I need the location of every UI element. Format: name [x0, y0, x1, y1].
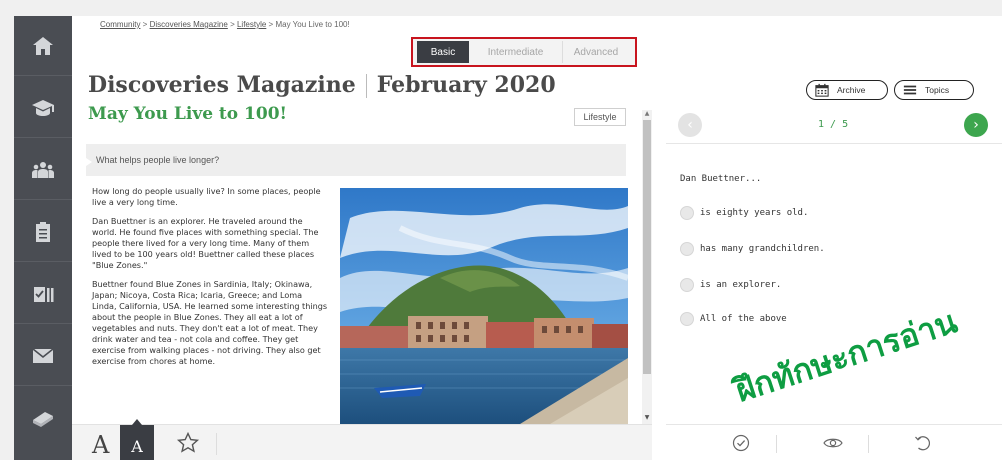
- eye-icon[interactable]: [822, 433, 844, 453]
- answer-text: is eighty years old.: [700, 208, 809, 218]
- breadcrumb-magazine[interactable]: Discoveries Magazine: [150, 20, 228, 29]
- topics-button[interactable]: Topics: [894, 80, 974, 100]
- sidebar-item-community[interactable]: [14, 140, 72, 200]
- tab-basic[interactable]: Basic: [417, 41, 469, 63]
- article-title: May You Live to 100!: [88, 104, 287, 124]
- sidebar-item-gradebook[interactable]: [14, 264, 72, 324]
- breadcrumb-current: May You Live to 100!: [275, 20, 350, 29]
- question-prompt: Dan Buettner...: [680, 174, 762, 184]
- sidebar-item-messages[interactable]: [14, 326, 72, 386]
- magazine-header: Discoveries Magazine February 2020: [88, 72, 556, 98]
- book-icon: [33, 412, 53, 427]
- quiz-actions-bar: [666, 424, 1002, 460]
- answer-option[interactable]: All of the above: [680, 310, 787, 328]
- graduation-cap-icon: [32, 99, 54, 116]
- sidebar-item-assignments[interactable]: [14, 202, 72, 262]
- answer-option[interactable]: is eighty years old.: [680, 204, 808, 222]
- clipboard-icon: [36, 221, 50, 242]
- breadcrumb-lifestyle[interactable]: Lifestyle: [237, 20, 266, 29]
- chevron-right-icon: ›: [973, 117, 979, 133]
- article-paragraph: Buettner found Blue Zones in Sardinia, I…: [92, 279, 328, 366]
- sidebar-item-home[interactable]: [14, 16, 72, 76]
- home-icon: [33, 36, 53, 55]
- sidebar-item-courses[interactable]: [14, 78, 72, 138]
- toolbar-divider: [216, 433, 217, 455]
- question-counter: 1 / 5: [818, 119, 849, 130]
- answer-text: is an explorer.: [700, 280, 782, 290]
- breadcrumb-community[interactable]: Community: [100, 20, 140, 29]
- people-group-icon: [32, 161, 54, 178]
- calendar-icon: [815, 83, 829, 97]
- answer-option[interactable]: is an explorer.: [680, 276, 781, 294]
- topics-label: Topics: [925, 85, 950, 95]
- quiz-panel: Archive Topics ‹ 1 / 5 › Dan Buettner...…: [666, 72, 1002, 460]
- reader-toolbar: A A: [72, 419, 652, 460]
- tab-advanced[interactable]: Advanced: [563, 41, 629, 63]
- article-paragraph: Dan Buettner is an explorer. He traveled…: [92, 216, 319, 270]
- reading-level-tabs: Basic Intermediate Advanced: [411, 37, 637, 67]
- breadcrumb: Community > Discoveries Magazine > Lifes…: [100, 20, 350, 29]
- magazine-name: Discoveries Magazine: [88, 72, 356, 98]
- checklist-icon: [34, 286, 54, 302]
- article-paragraph: How long do people usually live? In some…: [92, 186, 321, 207]
- scroll-up-arrow-icon[interactable]: ▲: [643, 110, 651, 118]
- answer-text: has many grandchildren.: [700, 244, 825, 254]
- envelope-icon: [32, 347, 54, 363]
- magazine-issue: February 2020: [376, 72, 556, 98]
- app-window: Community > Discoveries Magazine > Lifes…: [0, 0, 1002, 460]
- radio-button[interactable]: [680, 206, 694, 220]
- scroll-down-arrow-icon[interactable]: ▼: [643, 414, 651, 422]
- sidebar: [14, 16, 72, 460]
- answer-text: All of the above: [700, 314, 787, 324]
- footer-divider: [868, 435, 869, 453]
- article-scrollbar-thumb[interactable]: [643, 120, 651, 374]
- archive-label: Archive: [837, 85, 866, 95]
- star-icon[interactable]: [176, 431, 200, 455]
- tab-intermediate[interactable]: Intermediate: [469, 41, 563, 63]
- chevron-left-icon: ‹: [687, 117, 693, 133]
- radio-button[interactable]: [680, 242, 694, 256]
- main-content: Community > Discoveries Magazine > Lifes…: [72, 16, 1002, 460]
- question-navigation: ‹ 1 / 5 ›: [666, 106, 1002, 144]
- font-size-small-button[interactable]: A: [120, 419, 154, 460]
- next-question-button[interactable]: ›: [964, 113, 988, 137]
- previous-question-button[interactable]: ‹: [678, 113, 702, 137]
- harbor-photo-illustration: [340, 188, 628, 424]
- undo-icon[interactable]: [912, 433, 934, 453]
- radio-button[interactable]: [680, 278, 694, 292]
- sidebar-item-library[interactable]: [14, 388, 72, 448]
- guiding-question: What helps people live longer?: [86, 144, 626, 176]
- answer-option[interactable]: has many grandchildren.: [680, 240, 825, 258]
- footer-divider: [776, 435, 777, 453]
- category-tag[interactable]: Lifestyle: [574, 108, 626, 126]
- font-size-large-button[interactable]: A: [92, 431, 109, 459]
- archive-button[interactable]: Archive: [806, 80, 888, 100]
- title-divider: [365, 74, 367, 98]
- check-circle-icon[interactable]: [730, 433, 752, 453]
- menu-lines-icon: [903, 85, 917, 95]
- radio-button[interactable]: [680, 312, 694, 326]
- article-body: How long do people usually live? In some…: [92, 186, 328, 375]
- article-photo: [340, 188, 628, 424]
